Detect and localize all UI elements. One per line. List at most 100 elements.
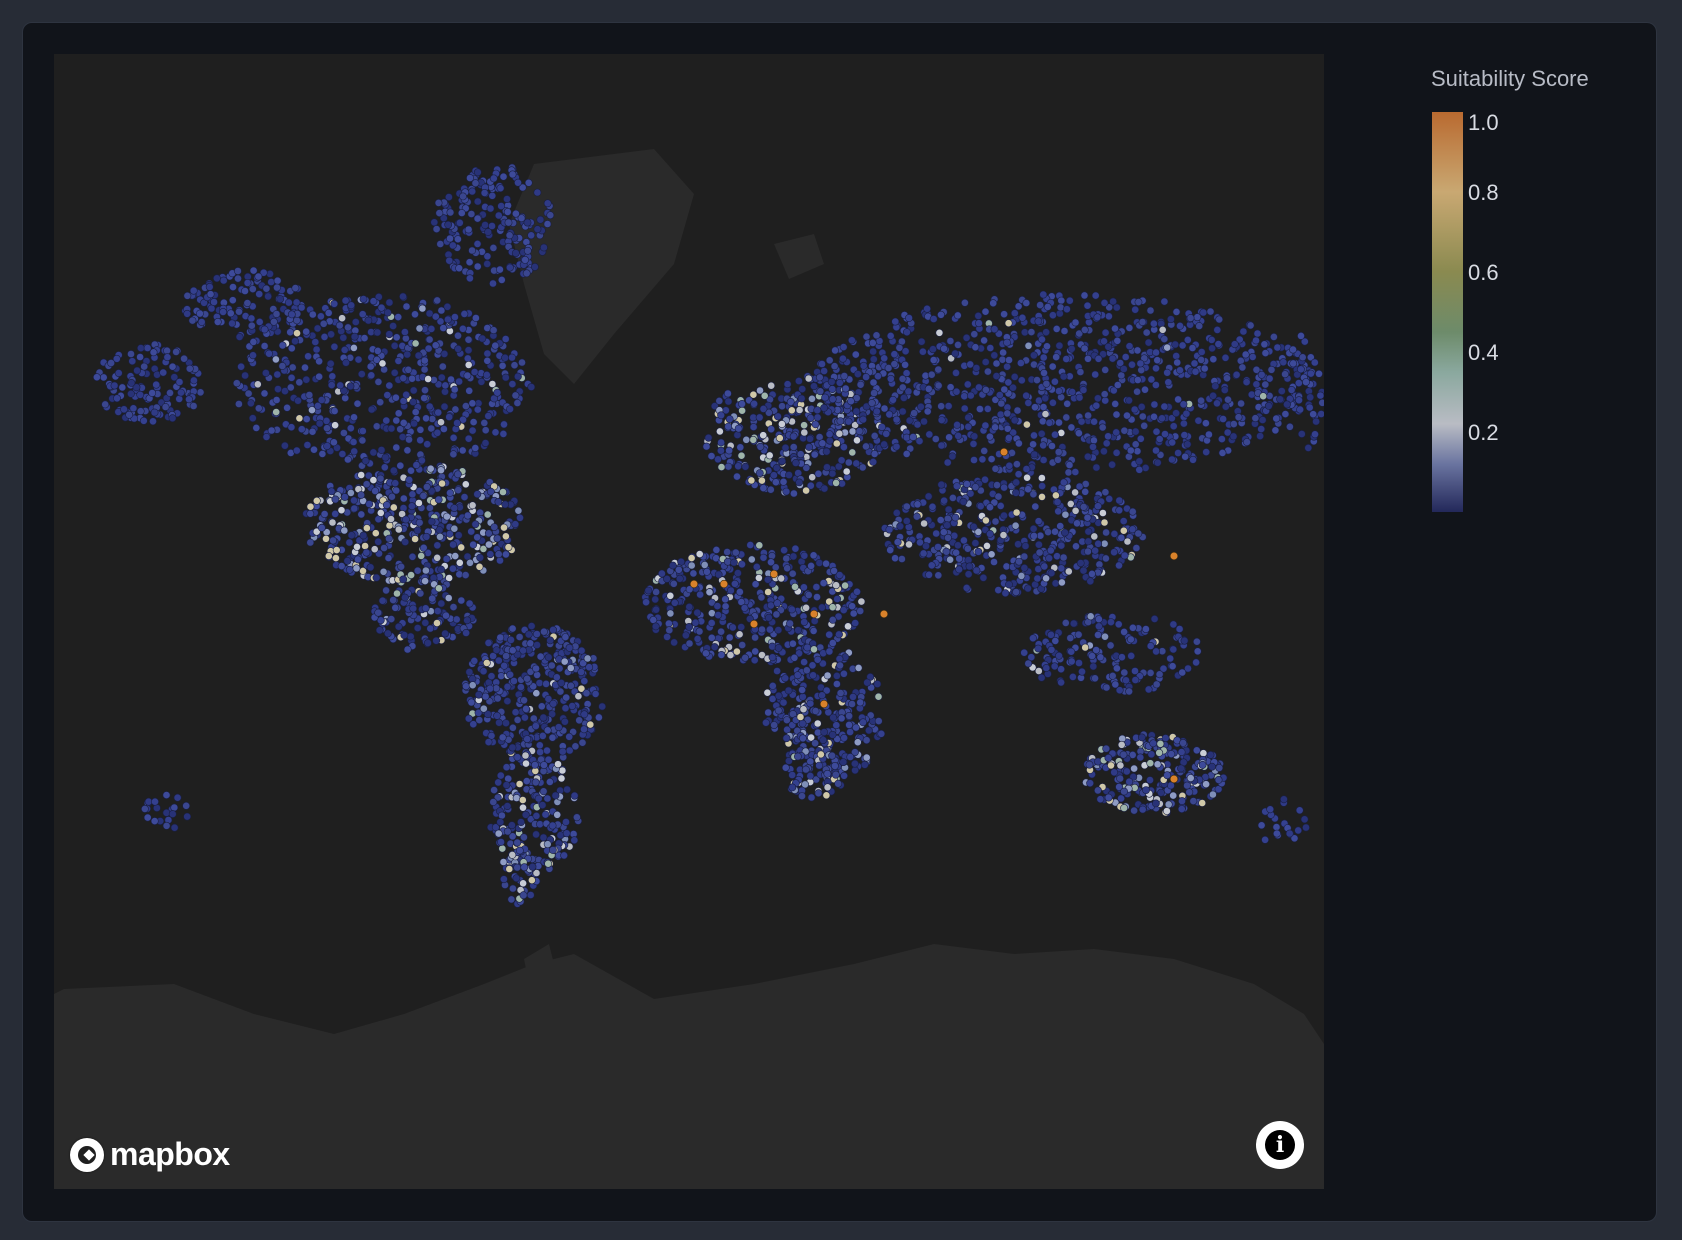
location-point[interactable] — [822, 559, 830, 568]
location-point[interactable] — [851, 759, 859, 768]
location-point[interactable] — [376, 474, 385, 483]
location-point[interactable] — [467, 698, 476, 707]
location-point[interactable] — [434, 198, 443, 207]
location-point[interactable] — [1281, 410, 1290, 418]
location-point[interactable] — [350, 496, 358, 505]
location-point[interactable] — [473, 262, 482, 271]
location-point[interactable] — [902, 449, 911, 458]
location-point[interactable] — [696, 590, 704, 599]
location-point[interactable] — [1309, 410, 1318, 419]
location-point[interactable] — [758, 476, 766, 485]
location-point[interactable] — [449, 540, 457, 549]
location-point[interactable] — [324, 552, 333, 560]
location-point[interactable] — [981, 475, 989, 484]
location-point[interactable] — [719, 579, 729, 589]
location-point[interactable] — [1105, 494, 1114, 503]
location-point[interactable] — [905, 416, 914, 425]
location-point[interactable] — [886, 374, 895, 383]
location-point[interactable] — [1239, 327, 1248, 336]
location-point[interactable] — [394, 622, 403, 631]
location-point[interactable] — [1065, 296, 1074, 305]
location-point[interactable] — [425, 402, 434, 411]
location-point[interactable] — [458, 324, 467, 333]
location-point[interactable] — [943, 521, 951, 530]
location-point[interactable] — [891, 317, 900, 326]
location-point[interactable] — [350, 413, 358, 422]
location-point[interactable] — [1107, 761, 1115, 770]
location-point[interactable] — [819, 736, 828, 744]
location-point[interactable] — [580, 710, 589, 719]
location-point[interactable] — [522, 269, 531, 278]
location-point[interactable] — [1147, 750, 1156, 759]
location-point[interactable] — [136, 390, 145, 399]
location-point[interactable] — [527, 622, 536, 630]
location-point[interactable] — [670, 638, 678, 647]
location-point[interactable] — [854, 664, 863, 672]
location-point[interactable] — [139, 416, 148, 425]
location-point[interactable] — [486, 684, 494, 693]
location-point[interactable] — [1197, 348, 1206, 356]
location-point[interactable] — [493, 711, 501, 720]
location-point[interactable] — [1186, 774, 1195, 782]
location-point[interactable] — [1169, 645, 1178, 654]
location-point[interactable] — [551, 791, 560, 800]
location-point[interactable] — [969, 522, 978, 531]
location-point[interactable] — [1046, 546, 1055, 555]
location-point[interactable] — [513, 399, 522, 407]
location-point[interactable] — [440, 349, 449, 358]
location-point[interactable] — [1214, 340, 1223, 348]
location-point[interactable] — [992, 359, 1001, 368]
location-point[interactable] — [965, 562, 974, 571]
location-point[interactable] — [1039, 290, 1048, 299]
location-point[interactable] — [518, 358, 526, 367]
location-point[interactable] — [1168, 662, 1177, 671]
location-point[interactable] — [848, 336, 856, 345]
location-point[interactable] — [497, 838, 505, 846]
location-point[interactable] — [1062, 413, 1071, 422]
location-point[interactable] — [1264, 401, 1273, 410]
location-point[interactable] — [1101, 488, 1110, 497]
location-point[interactable] — [1013, 406, 1022, 415]
location-point[interactable] — [1040, 368, 1048, 377]
location-point[interactable] — [833, 680, 841, 688]
location-point[interactable] — [1172, 409, 1180, 418]
location-point[interactable] — [1060, 327, 1069, 335]
location-point[interactable] — [1000, 511, 1008, 520]
location-point[interactable] — [738, 399, 746, 408]
location-point[interactable] — [1261, 349, 1270, 357]
location-point[interactable] — [715, 396, 724, 405]
location-point[interactable] — [1039, 403, 1048, 411]
location-point[interactable] — [798, 719, 807, 728]
location-point[interactable] — [784, 686, 793, 695]
location-point[interactable] — [399, 292, 407, 301]
location-point[interactable] — [1095, 622, 1103, 631]
location-point[interactable] — [350, 332, 359, 341]
location-point[interactable] — [360, 334, 369, 342]
location-point[interactable] — [419, 491, 428, 500]
location-point[interactable] — [324, 308, 333, 317]
location-point[interactable] — [454, 486, 463, 494]
location-point[interactable] — [772, 610, 781, 619]
location-point[interactable] — [421, 386, 429, 395]
location-point[interactable] — [717, 411, 725, 420]
location-point[interactable] — [848, 700, 856, 708]
location-point[interactable] — [583, 654, 592, 663]
location-point[interactable] — [526, 891, 535, 899]
location-point[interactable] — [468, 501, 477, 510]
location-point[interactable] — [1236, 356, 1245, 365]
location-point[interactable] — [536, 652, 545, 661]
location-point[interactable] — [1273, 343, 1282, 352]
location-point[interactable] — [496, 633, 505, 642]
location-point[interactable] — [749, 423, 758, 431]
location-point[interactable] — [1029, 524, 1038, 533]
location-point[interactable] — [1200, 364, 1209, 373]
location-point[interactable] — [1131, 667, 1139, 675]
location-point[interactable] — [372, 422, 381, 431]
location-point[interactable] — [905, 314, 913, 322]
location-point[interactable] — [1178, 668, 1187, 677]
location-point[interactable] — [308, 427, 317, 436]
location-point[interactable] — [992, 372, 1001, 380]
location-point[interactable] — [508, 743, 517, 752]
location-point[interactable] — [859, 718, 867, 727]
location-point[interactable] — [501, 373, 510, 382]
